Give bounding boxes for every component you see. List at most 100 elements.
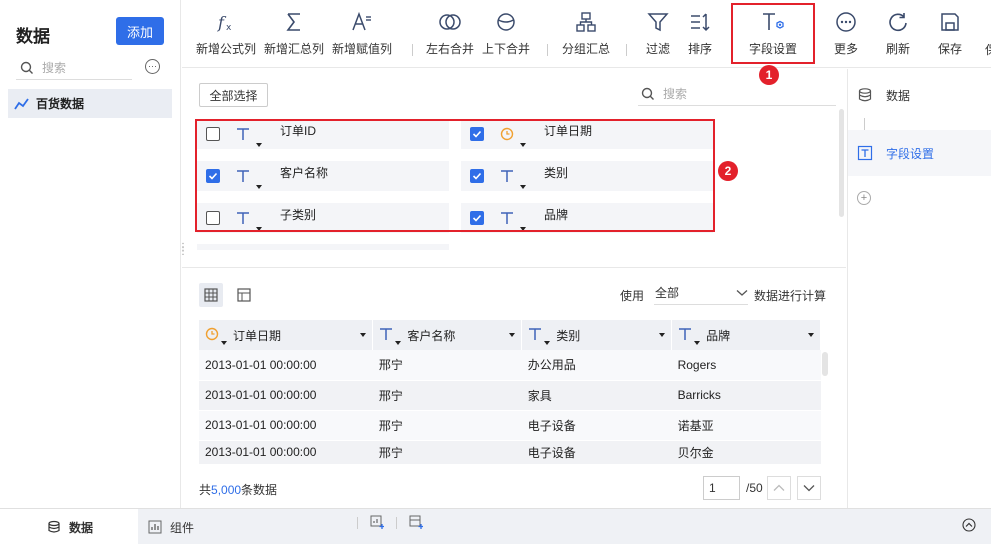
database-icon bbox=[48, 520, 60, 533]
trend-icon bbox=[14, 97, 29, 109]
column-menu-icon[interactable] bbox=[360, 333, 367, 337]
table-row: 2013-01-01 00:00:00 邢宁 电子设备 贝尔金 bbox=[199, 440, 821, 465]
table-header-row: 订单日期 客户名称 类别 品牌 bbox=[199, 320, 821, 350]
sort-icon bbox=[688, 10, 712, 34]
table-cell: 办公用品 bbox=[521, 350, 672, 381]
group-summary-icon bbox=[574, 10, 598, 34]
add-chart-icon[interactable] bbox=[370, 515, 384, 529]
toolbar-label: 分组汇总 bbox=[562, 42, 611, 56]
column-header[interactable]: 客户名称 bbox=[372, 320, 523, 350]
chevron-up-icon bbox=[773, 484, 785, 491]
text-type-icon[interactable] bbox=[379, 327, 402, 345]
total-suffix: 条数据 bbox=[241, 483, 278, 497]
table-cell: 贝尔金 bbox=[671, 440, 821, 465]
column-header[interactable]: 类别 bbox=[521, 320, 673, 350]
more-button[interactable]: 更多 bbox=[834, 10, 858, 57]
table-cell: Rogers bbox=[671, 350, 821, 381]
toolbar-label: 更多 bbox=[834, 42, 859, 56]
highlight-box-field-settings bbox=[731, 3, 815, 64]
column-menu-icon[interactable] bbox=[509, 333, 516, 337]
more-icon bbox=[834, 10, 858, 34]
table-scrollbar[interactable] bbox=[822, 352, 828, 376]
table-cell: 诺基亚 bbox=[671, 410, 821, 441]
save-button[interactable]: 保存 bbox=[938, 10, 962, 57]
add-summary-column-button[interactable]: 新增汇总列 bbox=[264, 10, 324, 57]
table-cell: 2013-01-01 00:00:00 bbox=[199, 440, 373, 465]
select-all-button[interactable]: 全部选择 bbox=[199, 83, 268, 107]
total-number: 5,000 bbox=[211, 483, 242, 497]
column-header[interactable]: 品牌 bbox=[671, 320, 821, 350]
dataset-item[interactable]: 百货数据 bbox=[8, 89, 172, 118]
search-placeholder: 搜索 bbox=[42, 61, 67, 75]
filter-button[interactable]: 过滤 bbox=[646, 10, 670, 57]
assign-icon bbox=[350, 10, 374, 34]
add-component-icon[interactable] bbox=[409, 515, 423, 529]
resize-handle[interactable]: ⋮ ⋮ bbox=[178, 243, 188, 257]
highlight-box-fields bbox=[195, 119, 715, 232]
divider bbox=[626, 44, 627, 56]
page-number-input[interactable]: 1 bbox=[703, 476, 740, 500]
prev-page-button[interactable] bbox=[767, 476, 791, 500]
table-cell: 2013-01-01 00:00:00 bbox=[199, 380, 373, 411]
grid-icon bbox=[204, 288, 218, 302]
collapse-up-icon[interactable] bbox=[962, 518, 976, 532]
merge-horizontal-button[interactable]: 左右合并 bbox=[426, 10, 474, 57]
step-label: 数据 bbox=[886, 88, 911, 103]
column-header[interactable]: 订单日期 bbox=[199, 320, 374, 350]
data-scope-select[interactable]: 全部 bbox=[654, 281, 748, 305]
dataset-name: 百货数据 bbox=[36, 97, 85, 111]
table-cell: 家具 bbox=[521, 380, 672, 411]
layout-view-button[interactable] bbox=[232, 283, 256, 307]
refresh-button[interactable]: 刷新 bbox=[886, 10, 910, 57]
dataset-search-input[interactable]: 搜索 bbox=[16, 56, 132, 80]
divider bbox=[547, 44, 548, 56]
table-cell: 邢宁 bbox=[372, 440, 522, 465]
svg-text:x: x bbox=[226, 23, 232, 33]
add-button[interactable]: 添加 bbox=[116, 17, 164, 45]
step-data[interactable]: 数据 bbox=[848, 72, 991, 118]
add-assign-column-button[interactable]: 新增赋值列 bbox=[332, 10, 392, 57]
add-formula-column-button[interactable]: fx 新增公式列 bbox=[196, 10, 256, 57]
step-field-settings[interactable]: 字段设置 bbox=[848, 130, 991, 176]
next-page-button[interactable] bbox=[797, 476, 821, 500]
field-settings-icon bbox=[857, 145, 873, 161]
annotation-badge-2: 2 bbox=[718, 161, 738, 181]
chart-icon bbox=[148, 520, 162, 534]
text-type-icon[interactable] bbox=[528, 327, 551, 345]
table-cell: 2013-01-01 00:00:00 bbox=[199, 410, 373, 441]
merge-horizontal-icon bbox=[438, 10, 462, 34]
table-cell: 2013-01-01 00:00:00 bbox=[199, 350, 373, 381]
search-icon bbox=[641, 87, 654, 100]
tab-component[interactable]: 组件 bbox=[148, 509, 194, 545]
more-options-icon[interactable]: ··· bbox=[145, 59, 160, 74]
panel-splitter[interactable] bbox=[182, 267, 846, 268]
date-type-icon[interactable] bbox=[205, 327, 227, 345]
step-label: 字段设置 bbox=[886, 146, 935, 161]
truncated-toolbar-item[interactable]: 保 bbox=[985, 41, 991, 58]
column-menu-icon[interactable] bbox=[808, 333, 814, 337]
toolbar-label: 排序 bbox=[688, 42, 713, 56]
group-summary-button[interactable]: 分组汇总 bbox=[562, 10, 610, 57]
add-step-icon[interactable]: + bbox=[857, 191, 871, 205]
merge-vertical-button[interactable]: 上下合并 bbox=[482, 10, 530, 57]
table-row: 2013-01-01 00:00:00 邢宁 家具 Barricks bbox=[199, 380, 821, 411]
bottom-bar: 数据 组件 bbox=[0, 508, 991, 545]
grid-view-button[interactable] bbox=[199, 283, 223, 307]
table-cell: Barricks bbox=[671, 380, 821, 411]
table-cell: 电子设备 bbox=[521, 440, 672, 465]
field-search-input[interactable]: 搜索 bbox=[638, 82, 836, 106]
merge-vertical-icon bbox=[494, 10, 518, 34]
column-menu-icon[interactable] bbox=[659, 333, 666, 337]
page-total: /50 bbox=[746, 481, 763, 495]
table-cell: 邢宁 bbox=[372, 350, 522, 381]
toolbar-label: 刷新 bbox=[886, 42, 911, 56]
tab-data[interactable]: 数据 bbox=[0, 509, 138, 545]
text-type-icon[interactable] bbox=[678, 327, 701, 345]
database-icon bbox=[858, 88, 872, 102]
column-name: 客户名称 bbox=[407, 328, 456, 343]
toolbar-label: 新增赋值列 bbox=[332, 42, 393, 56]
field-list-scrollbar[interactable] bbox=[839, 109, 844, 217]
toolbar-label: 左右合并 bbox=[426, 42, 475, 56]
table-cell: 邢宁 bbox=[372, 380, 522, 411]
sort-button[interactable]: 排序 bbox=[688, 10, 712, 57]
